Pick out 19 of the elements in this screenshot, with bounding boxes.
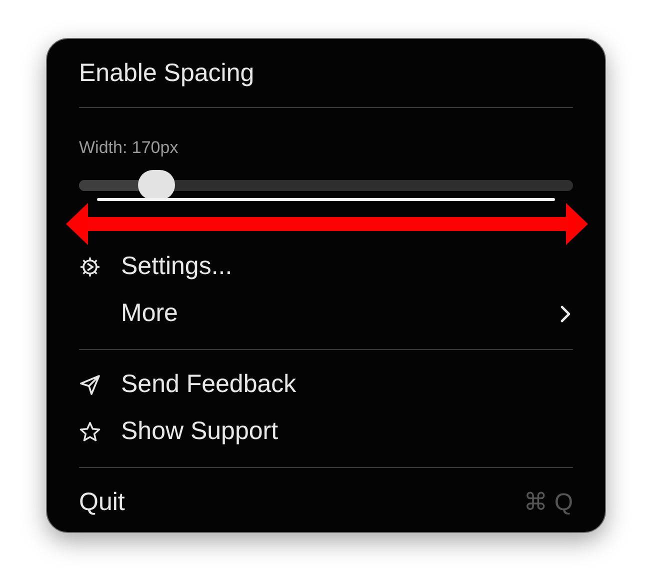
paper-plane-icon xyxy=(79,374,101,396)
menu-item[interactable]: Enable Spacing xyxy=(79,51,573,95)
star-icon xyxy=(79,420,101,442)
menu-item[interactable]: More xyxy=(79,290,573,337)
menu-item[interactable]: Send Feedback xyxy=(79,361,573,408)
gear-icon xyxy=(79,256,101,278)
menu-item-label: Quit xyxy=(79,488,125,517)
menu-item[interactable]: Show Support xyxy=(79,408,573,455)
menu-item-label: Show Support xyxy=(121,417,278,446)
slider-thumb[interactable] xyxy=(138,170,176,200)
keyboard-shortcut: ⌘ Q xyxy=(524,488,573,517)
chevron-right-icon xyxy=(559,304,571,324)
slider-label: Width: 170px xyxy=(79,138,178,158)
menu-item[interactable]: Settings... xyxy=(79,243,573,290)
menu-item-label: More xyxy=(121,299,178,328)
menu-item[interactable]: Quit ⌘ Q xyxy=(79,479,573,526)
menu-item-label: Settings... xyxy=(121,252,232,281)
menu-item-label: Enable Spacing xyxy=(79,58,254,88)
menu-item-label: Send Feedback xyxy=(121,370,296,399)
